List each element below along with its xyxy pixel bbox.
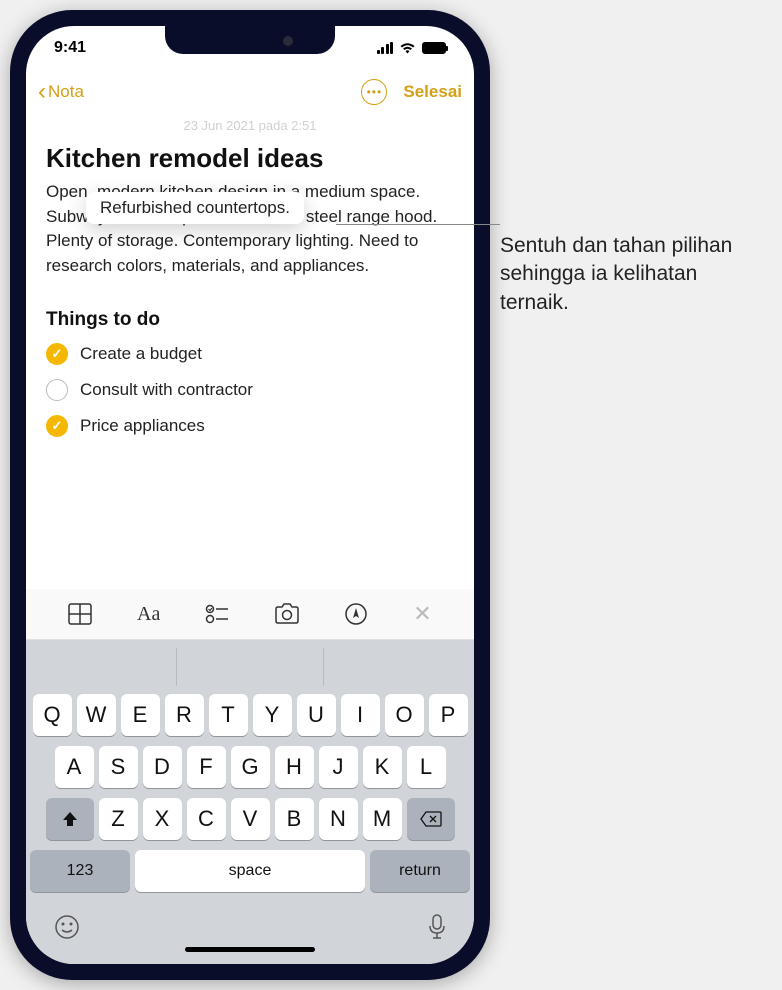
- key-p[interactable]: P: [429, 694, 468, 736]
- shift-icon: [61, 810, 79, 828]
- key-g[interactable]: G: [231, 746, 270, 788]
- status-indicators: [377, 42, 447, 54]
- return-key[interactable]: return: [370, 850, 470, 892]
- key-row-1: Q W E R T Y U I O P: [30, 694, 470, 736]
- ellipsis-icon: •••: [367, 85, 383, 99]
- backspace-icon: [420, 811, 442, 827]
- done-button[interactable]: Selesai: [403, 82, 462, 102]
- key-l[interactable]: L: [407, 746, 446, 788]
- key-a[interactable]: A: [55, 746, 94, 788]
- close-icon[interactable]: ✕: [413, 601, 431, 627]
- more-button[interactable]: •••: [361, 79, 387, 105]
- key-j[interactable]: J: [319, 746, 358, 788]
- table-icon[interactable]: [68, 603, 92, 625]
- back-button[interactable]: ‹ Nota: [38, 78, 84, 106]
- wifi-icon: [399, 42, 416, 54]
- suggestion-slot[interactable]: [30, 648, 177, 686]
- checklist-label[interactable]: Consult with contractor: [80, 380, 253, 400]
- keyboard: Q W E R T Y U I O P A S D F G H J K L: [26, 640, 474, 964]
- key-y[interactable]: Y: [253, 694, 292, 736]
- checklist: ✓ Create a budget Consult with contracto…: [46, 343, 454, 437]
- suggestion-slot[interactable]: [324, 648, 470, 686]
- key-f[interactable]: F: [187, 746, 226, 788]
- chevron-left-icon: ‹: [38, 78, 46, 106]
- key-o[interactable]: O: [385, 694, 424, 736]
- key-c[interactable]: C: [187, 798, 226, 840]
- checkbox-unchecked-icon[interactable]: [46, 379, 68, 401]
- key-s[interactable]: S: [99, 746, 138, 788]
- key-r[interactable]: R: [165, 694, 204, 736]
- key-x[interactable]: X: [143, 798, 182, 840]
- microphone-icon: [428, 914, 446, 940]
- key-row-4: 123 space return: [30, 850, 470, 892]
- backspace-key[interactable]: [407, 798, 455, 840]
- checklist-item[interactable]: Consult with contractor: [46, 379, 454, 401]
- suggestion-bar: [30, 648, 470, 686]
- space-key[interactable]: space: [135, 850, 365, 892]
- checklist-icon[interactable]: [205, 604, 229, 624]
- checklist-label[interactable]: Create a budget: [80, 344, 202, 364]
- checklist-heading[interactable]: Things to do: [46, 309, 454, 331]
- back-label: Nota: [48, 82, 84, 102]
- camera-dot: [283, 36, 293, 46]
- key-v[interactable]: V: [231, 798, 270, 840]
- checklist-label[interactable]: Price appliances: [80, 416, 205, 436]
- keyboard-bottom-row: [30, 902, 470, 947]
- emoji-icon: [54, 914, 80, 940]
- checkbox-checked-icon[interactable]: ✓: [46, 343, 68, 365]
- home-indicator[interactable]: [185, 947, 315, 952]
- battery-icon: [422, 42, 446, 54]
- dictation-button[interactable]: [428, 914, 446, 945]
- navigation-bar: ‹ Nota ••• Selesai: [26, 70, 474, 114]
- note-content[interactable]: 23 Jun 2021 pada 2:51 Kitchen remodel id…: [26, 114, 474, 589]
- note-title[interactable]: Kitchen remodel ideas: [46, 143, 454, 174]
- key-u[interactable]: U: [297, 694, 336, 736]
- key-m[interactable]: M: [363, 798, 402, 840]
- key-h[interactable]: H: [275, 746, 314, 788]
- key-i[interactable]: I: [341, 694, 380, 736]
- key-k[interactable]: K: [363, 746, 402, 788]
- markup-icon[interactable]: [344, 602, 368, 626]
- cellular-signal-icon: [377, 42, 394, 54]
- key-n[interactable]: N: [319, 798, 358, 840]
- text-format-icon[interactable]: Aa: [137, 603, 160, 626]
- checklist-item[interactable]: ✓ Price appliances: [46, 415, 454, 437]
- callout-text: Sentuh dan tahan pilihan sehingga ia kel…: [500, 232, 770, 317]
- camera-icon[interactable]: [274, 603, 300, 625]
- callout-line: [336, 224, 500, 225]
- callout-annotation: Sentuh dan tahan pilihan sehingga ia kel…: [500, 232, 770, 317]
- notch: [165, 26, 335, 54]
- iphone-frame: 9:41 ‹ Nota ••• Selesai 23 Jun: [10, 10, 490, 980]
- status-time: 9:41: [54, 39, 86, 57]
- key-row-2: A S D F G H J K L: [30, 746, 470, 788]
- suggestion-slot[interactable]: [177, 648, 324, 686]
- screen: 9:41 ‹ Nota ••• Selesai 23 Jun: [26, 26, 474, 964]
- checklist-item[interactable]: ✓ Create a budget: [46, 343, 454, 365]
- numeric-key[interactable]: 123: [30, 850, 130, 892]
- key-d[interactable]: D: [143, 746, 182, 788]
- shift-key[interactable]: [46, 798, 94, 840]
- key-w[interactable]: W: [77, 694, 116, 736]
- formatting-toolbar: Aa ✕: [26, 589, 474, 640]
- key-z[interactable]: Z: [99, 798, 138, 840]
- key-e[interactable]: E: [121, 694, 160, 736]
- key-t[interactable]: T: [209, 694, 248, 736]
- checkbox-checked-icon[interactable]: ✓: [46, 415, 68, 437]
- key-q[interactable]: Q: [33, 694, 72, 736]
- emoji-button[interactable]: [54, 914, 80, 945]
- key-b[interactable]: B: [275, 798, 314, 840]
- note-timestamp: 23 Jun 2021 pada 2:51: [46, 118, 454, 133]
- drag-selection-tooltip[interactable]: Refurbished countertops.: [86, 192, 304, 224]
- key-row-3: Z X C V B N M: [30, 798, 470, 840]
